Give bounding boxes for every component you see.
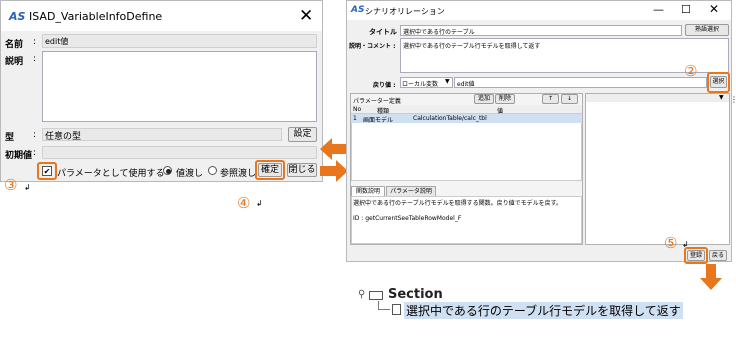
select-button[interactable]: 選択 — [710, 76, 727, 88]
arrow-right-icon — [320, 160, 348, 182]
type-label: 型 — [5, 133, 15, 143]
step-2-marker: ② — [684, 62, 698, 80]
initial-value-field — [42, 146, 317, 159]
document-icon — [392, 304, 401, 315]
function-id-text: ID : getCurrentSeeTableRowModel_F — [353, 215, 462, 222]
use-as-param-label: パラメータとして使用する — [57, 169, 165, 179]
row-kind: 画面モデル — [363, 117, 394, 124]
use-as-param-checkbox[interactable]: ✔ — [42, 166, 52, 176]
description-value: 選択中である行のテーブル行モデルを取得して返す — [403, 43, 541, 50]
maximize-icon[interactable]: ☐ — [681, 3, 691, 16]
folder-icon — [369, 291, 383, 300]
row-value: CalculationTable/calc_tbl — [413, 115, 487, 122]
return-value-text: edit値 — [457, 81, 475, 88]
tree-child-label[interactable]: 選択中である行のテーブル行モデルを取得して返す — [404, 302, 683, 319]
arrow-left-icon — [320, 138, 348, 160]
by-reference-radio[interactable] — [208, 166, 217, 175]
right-pane-toolbar — [586, 94, 729, 102]
section-tree: ⚲ Section 選択中である行のテーブル行モデルを取得して返す — [352, 286, 722, 319]
dialog-title: シナリオリレーション — [365, 7, 445, 16]
initial-value-label: 初期値 — [5, 151, 33, 161]
phrase-select-button[interactable]: 熟語選択 — [685, 24, 729, 36]
return-label: 戻り値 : — [373, 82, 396, 89]
right-pane — [585, 93, 730, 245]
title-value: 選択中である行のテーブル — [403, 29, 475, 36]
tree-root-label[interactable]: Section — [388, 287, 443, 302]
minimize-icon[interactable]: — — [653, 3, 664, 16]
move-up-button[interactable]: ↑ — [542, 94, 559, 104]
chevron-down-icon[interactable]: ▼ — [445, 78, 450, 85]
description-textarea[interactable] — [42, 51, 317, 122]
by-value-radio[interactable] — [163, 166, 172, 175]
close-icon[interactable]: ✕ — [299, 6, 313, 26]
register-button[interactable]: 登録 — [687, 250, 705, 261]
close-button[interactable]: 閉じる — [287, 163, 317, 177]
tab-function-description[interactable]: 関数説明 — [351, 186, 385, 196]
move-down-button[interactable]: ↓ — [561, 94, 578, 104]
close-icon[interactable]: ✕ — [709, 2, 719, 16]
name-value: edit値 — [45, 37, 69, 46]
tree-connector — [378, 301, 390, 310]
row-no: 1 — [353, 115, 357, 122]
tree-handle-icon[interactable]: ⚲ — [358, 289, 365, 300]
description-label: 説明 — [5, 57, 24, 67]
name-label: 名前 — [5, 40, 24, 50]
initial-value-colon: : — [33, 148, 37, 158]
app-icon: AS — [9, 10, 26, 23]
by-value-label: 値渡し — [176, 169, 204, 179]
header-no: No — [353, 106, 362, 113]
description-label: 説明・コメント : — [349, 43, 396, 50]
tab-param-description[interactable]: パラメータ説明 — [386, 186, 436, 196]
dialog-title: ISAD_VariableInfoDefine — [29, 10, 163, 23]
step-5-marker: ⑤ — [664, 234, 678, 252]
step-4-marker: ④ — [237, 194, 251, 212]
step-4-cursor: ↲ — [256, 199, 263, 208]
delete-param-button[interactable]: 削除 — [495, 94, 515, 104]
app-icon: AS — [351, 5, 365, 15]
chevron-down-icon[interactable]: ▼ — [719, 94, 724, 101]
type-value: 任意の型 — [45, 132, 82, 142]
step-2-cursor: ⋮ — [730, 95, 736, 104]
step-3-marker: ③ — [4, 176, 18, 194]
set-type-button[interactable]: 設定 — [288, 127, 317, 142]
variable-info-dialog: AS ISAD_VariableInfoDefine ✕ 名前 : edit値 … — [0, 0, 323, 182]
confirm-button[interactable]: 確定 — [258, 163, 282, 177]
return-type-value: ローカル変数 — [402, 81, 439, 88]
type-colon: : — [33, 130, 37, 140]
by-reference-label: 参照渡し — [220, 169, 257, 179]
title-label: タイトル : — [369, 28, 403, 36]
add-param-button[interactable]: 追加 — [474, 94, 494, 104]
name-colon: : — [33, 37, 37, 47]
back-button[interactable]: 戻る — [709, 250, 727, 261]
return-value-input[interactable] — [454, 77, 707, 88]
param-header: パラメーター定義 — [353, 98, 401, 105]
name-field — [42, 34, 317, 48]
step-3-cursor: ↲ — [24, 183, 31, 192]
step-5-cursor: ↲ — [682, 240, 689, 249]
scenario-relation-dialog: AS シナリオリレーション — ☐ ✕ タイトル : 選択中である行のテーブル … — [346, 0, 732, 264]
description-colon: : — [33, 54, 37, 64]
function-description-text: 選択中である行のテーブル行モデルを取得する関数。戻り値でモデルを戻す。 — [353, 200, 562, 207]
